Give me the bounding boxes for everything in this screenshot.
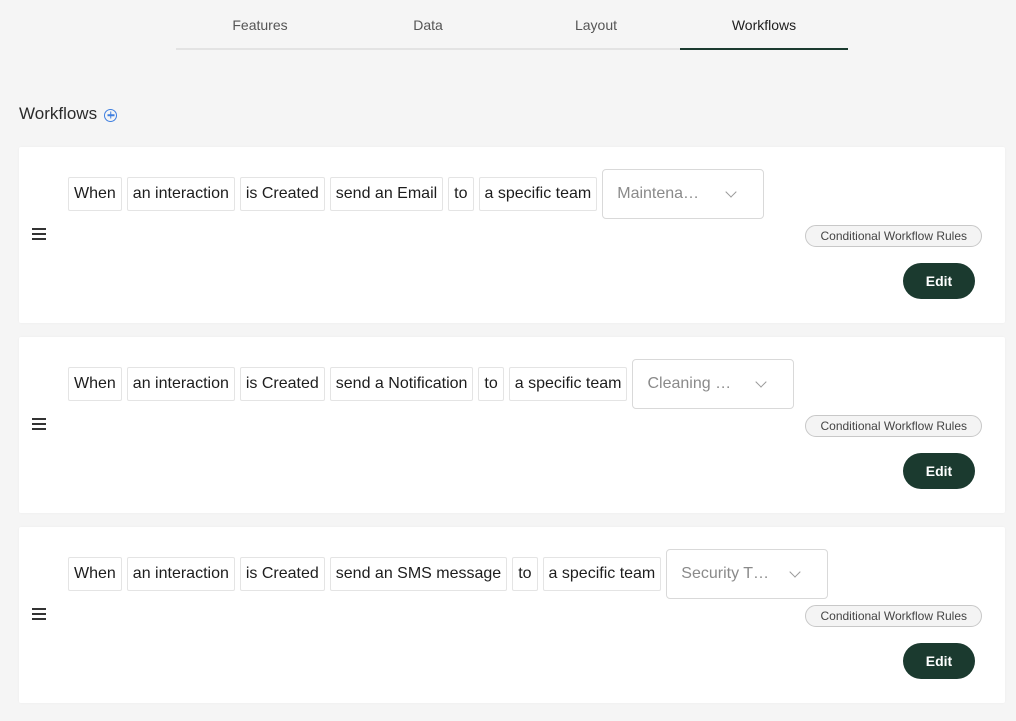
workflow-card: When an interaction is Created send an E… [19, 147, 1005, 323]
edit-button[interactable]: Edit [903, 263, 975, 299]
team-select-value: Cleaning … [647, 375, 732, 392]
event-chip[interactable]: is Created [239, 367, 325, 401]
subject-chip[interactable]: an interaction [126, 367, 235, 401]
to-chip[interactable]: to [478, 367, 504, 401]
team-select[interactable]: Cleaning … [632, 359, 795, 409]
target-chip[interactable]: a specific team [542, 557, 662, 591]
team-select[interactable]: Maintena… [602, 169, 765, 219]
team-select[interactable]: Security T… [666, 549, 829, 599]
to-chip[interactable]: to [448, 177, 474, 211]
tab-layout[interactable]: Layout [512, 0, 680, 48]
team-select-value: Maintena… [617, 185, 700, 202]
conditional-rules-badge[interactable]: Conditional Workflow Rules [805, 415, 982, 437]
chevron-down-icon [755, 375, 768, 388]
tab-data[interactable]: Data [344, 0, 512, 48]
action-chip[interactable]: send a Notification [329, 367, 474, 401]
action-chip[interactable]: send an SMS message [329, 557, 508, 591]
subject-chip[interactable]: an interaction [126, 557, 235, 591]
workflow-sentence: When an interaction is Created send an S… [68, 549, 829, 599]
chevron-down-icon [789, 565, 801, 578]
add-circle-icon[interactable] [104, 108, 118, 122]
tab-workflows[interactable]: Workflows [680, 0, 848, 50]
when-chip[interactable]: When [68, 367, 122, 401]
target-chip[interactable]: a specific team [478, 177, 598, 211]
team-select-value: Security T… [681, 565, 769, 582]
tab-bar: Features Data Layout Workflows [176, 0, 848, 50]
section-header: Workflows [19, 104, 118, 124]
workflow-sentence: When an interaction is Created send an E… [68, 169, 765, 219]
drag-handle-icon[interactable] [32, 608, 46, 620]
conditional-rules-badge[interactable]: Conditional Workflow Rules [805, 605, 982, 627]
edit-button[interactable]: Edit [903, 643, 975, 679]
chevron-down-icon [725, 185, 737, 198]
conditional-rules-badge[interactable]: Conditional Workflow Rules [805, 225, 982, 247]
edit-button[interactable]: Edit [903, 453, 975, 489]
action-chip[interactable]: send an Email [329, 177, 444, 211]
when-chip[interactable]: When [68, 557, 122, 591]
workflow-card: When an interaction is Created send an S… [19, 527, 1005, 703]
to-chip[interactable]: to [512, 557, 538, 591]
workflow-sentence: When an interaction is Created send a No… [68, 359, 795, 409]
workflow-card: When an interaction is Created send a No… [19, 337, 1005, 513]
subject-chip[interactable]: an interaction [126, 177, 235, 211]
drag-handle-icon[interactable] [32, 228, 46, 240]
event-chip[interactable]: is Created [239, 177, 325, 211]
event-chip[interactable]: is Created [239, 557, 325, 591]
section-title: Workflows [19, 104, 98, 123]
when-chip[interactable]: When [68, 177, 122, 211]
tab-features[interactable]: Features [176, 0, 344, 48]
target-chip[interactable]: a specific team [508, 367, 628, 401]
drag-handle-icon[interactable] [32, 418, 46, 430]
